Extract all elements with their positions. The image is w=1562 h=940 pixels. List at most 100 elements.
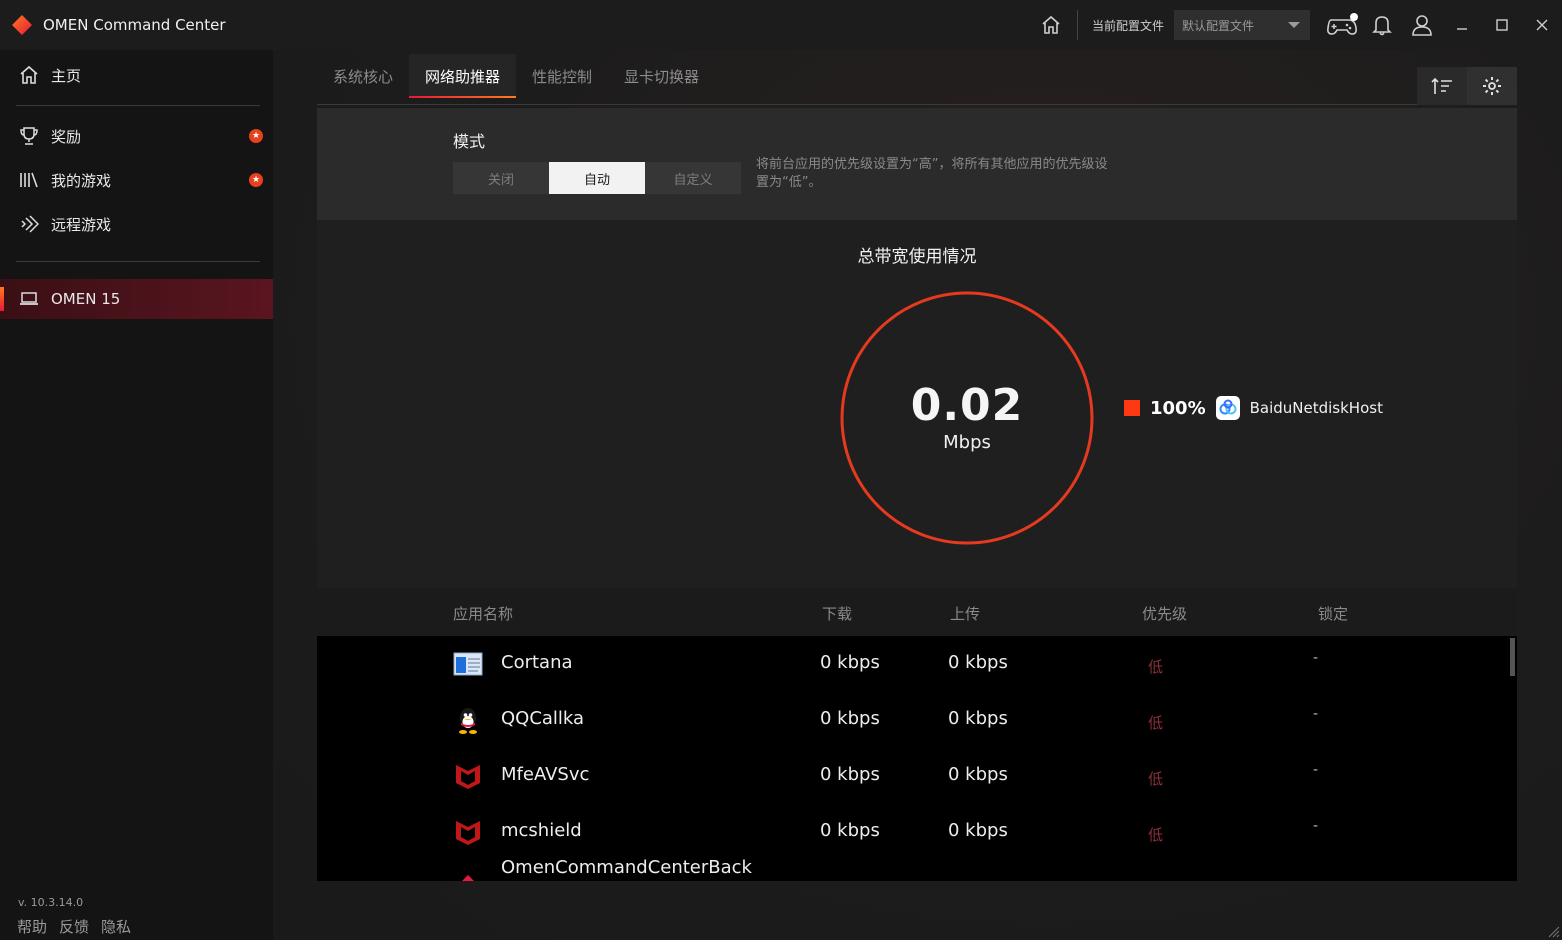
sidebar-divider — [16, 261, 260, 262]
notification-badge-icon: ★ — [249, 173, 263, 187]
column-header-upload[interactable]: 上传 — [950, 603, 980, 624]
legend-swatch — [1124, 400, 1140, 416]
download-rate: 0 kbps — [820, 764, 880, 785]
sort-icon — [1431, 77, 1452, 94]
sidebar-item-my-games[interactable]: 我的游戏 ★ — [0, 160, 273, 200]
upload-rate: 0 kbps — [948, 820, 1008, 841]
table-row[interactable]: mcshield 0 kbps 0 kbps 低 - — [317, 804, 1517, 860]
download-rate: 0 kbps — [820, 652, 880, 673]
lock-value[interactable]: - — [1313, 818, 1318, 834]
column-header-app-name[interactable]: 应用名称 — [453, 603, 513, 624]
upload-rate: 0 kbps — [948, 708, 1008, 729]
app-name: OmenCommandCenterBack — [501, 857, 752, 878]
bandwidth-legend: 100% BaiduNetdiskHost — [1124, 396, 1383, 420]
bandwidth-title: 总带宽使用情况 — [857, 247, 977, 267]
mcafee-shield-icon — [456, 765, 480, 789]
priority-value[interactable]: 低 — [1148, 768, 1163, 789]
help-link[interactable]: 帮助 — [17, 916, 47, 937]
close-icon[interactable] — [1522, 0, 1562, 50]
mode-selector: 关闭 自动 自定义 — [453, 162, 741, 194]
lock-value[interactable]: - — [1313, 762, 1318, 778]
tab-graphics-switcher[interactable]: 显卡切换器 — [608, 54, 715, 98]
home-icon[interactable] — [1031, 0, 1071, 50]
feedback-link[interactable]: 反馈 — [59, 916, 89, 937]
mode-option-off[interactable]: 关闭 — [453, 162, 549, 194]
upload-rate: 0 kbps — [948, 652, 1008, 673]
omen-logo-icon — [12, 15, 32, 35]
main-content: 系统核心 网络助推器 性能控制 显卡切换器 模式 关闭 自动 自定义 将前台应用… — [273, 50, 1562, 940]
table-row[interactable]: QQCallka 0 kbps 0 kbps 低 - — [317, 692, 1517, 748]
lock-value[interactable]: - — [1313, 650, 1318, 666]
bandwidth-value: 0.02 — [910, 380, 1024, 431]
tab-performance-control[interactable]: 性能控制 — [516, 54, 608, 98]
upload-rate: 0 kbps — [948, 764, 1008, 785]
table-header: 应用名称 下载 上传 优先级 锁定 — [317, 588, 1517, 636]
sidebar-item-label: 主页 — [51, 66, 82, 85]
sidebar-item-device[interactable]: OMEN 15 — [0, 279, 273, 319]
column-header-priority[interactable]: 优先级 — [1142, 603, 1187, 624]
mode-title: 模式 — [453, 132, 486, 151]
titlebar-divider — [1076, 10, 1078, 40]
priority-value[interactable]: 低 — [1148, 712, 1163, 733]
sort-button[interactable] — [1417, 67, 1467, 105]
table-scrollbar[interactable] — [1510, 638, 1515, 676]
toolbar — [1417, 67, 1517, 105]
app-name: Cortana — [501, 652, 573, 673]
tab-network-booster[interactable]: 网络助推器 — [409, 54, 517, 98]
priority-value[interactable]: 低 — [1148, 656, 1163, 677]
omen-logo-icon — [462, 875, 474, 881]
maximize-icon[interactable] — [1482, 0, 1522, 50]
app-name: QQCallka — [501, 708, 585, 729]
table-row[interactable]: MfeAVSvc 0 kbps 0 kbps 低 - — [317, 748, 1517, 804]
legend-app-name: BaiduNetdiskHost — [1249, 399, 1383, 417]
app-name: MfeAVSvc — [501, 764, 590, 785]
title-bar: OMEN Command Center 当前配置文件 默认配置文件 — [0, 0, 1562, 50]
mode-description: 将前台应用的优先级设置为“高”，将所有其他应用的优先级设置为“低”。 — [756, 157, 1108, 190]
sidebar-item-rewards[interactable]: 奖励 ★ — [0, 116, 273, 156]
bandwidth-unit: Mbps — [943, 432, 991, 453]
user-icon[interactable] — [1402, 0, 1442, 50]
notification-badge-icon: ★ — [249, 129, 263, 143]
privacy-link[interactable]: 隐私 — [101, 916, 131, 937]
column-header-download[interactable]: 下载 — [822, 603, 852, 624]
mode-panel: 模式 关闭 自动 自定义 将前台应用的优先级设置为“高”，将所有其他应用的优先级… — [317, 108, 1517, 220]
sidebar-item-label: 远程游戏 — [51, 215, 112, 234]
sidebar-item-label: 我的游戏 — [51, 171, 112, 190]
sidebar-item-home[interactable]: 主页 — [0, 55, 273, 95]
bandwidth-panel: 总带宽使用情况 0.02 Mbps 100% BaiduNetdiskHost — [317, 220, 1517, 588]
tab-divider — [317, 104, 1517, 105]
mcafee-shield-icon — [456, 821, 480, 845]
gamepad-icon[interactable] — [1322, 0, 1362, 50]
column-header-lock[interactable]: 锁定 — [1318, 603, 1348, 624]
cortana-app-icon — [453, 652, 483, 676]
app-title: OMEN Command Center — [43, 16, 226, 34]
download-rate: 0 kbps — [820, 820, 880, 841]
baidu-netdisk-icon — [1215, 396, 1240, 420]
app-version: v. 10.3.14.0 — [18, 896, 84, 909]
priority-value[interactable]: 低 — [1148, 824, 1163, 845]
mode-option-auto[interactable]: 自动 — [549, 162, 645, 194]
active-indicator — [0, 287, 4, 311]
tab-system-core[interactable]: 系统核心 — [317, 54, 409, 98]
app-table: 应用名称 下载 上传 优先级 锁定 Cortana 0 kbps 0 kbps … — [317, 588, 1517, 881]
legend-percent: 100% — [1150, 397, 1206, 419]
table-row[interactable]: OmenCommandCenterBack — [317, 857, 1517, 881]
lock-value[interactable]: - — [1313, 706, 1318, 722]
bell-icon[interactable] — [1362, 0, 1402, 50]
table-row[interactable]: Cortana 0 kbps 0 kbps 低 - — [317, 636, 1517, 692]
sidebar-item-label: 奖励 — [51, 127, 82, 146]
trophy-icon — [18, 125, 40, 147]
settings-button[interactable] — [1467, 67, 1517, 105]
sidebar-item-remote-play[interactable]: 远程游戏 — [0, 204, 273, 244]
chevron-down-icon — [1288, 22, 1300, 28]
profile-dropdown[interactable]: 默认配置文件 — [1174, 10, 1310, 40]
mode-option-custom[interactable]: 自定义 — [645, 162, 741, 194]
minimize-icon[interactable] — [1442, 0, 1482, 50]
profile-dropdown-value: 默认配置文件 — [1182, 18, 1255, 33]
home-icon — [18, 64, 40, 86]
profile-label: 当前配置文件 — [1091, 18, 1164, 33]
device-name: OMEN 15 — [51, 290, 121, 308]
download-rate: 0 kbps — [820, 708, 880, 729]
resize-grip-icon[interactable] — [1548, 926, 1560, 938]
gear-icon — [1483, 77, 1501, 95]
